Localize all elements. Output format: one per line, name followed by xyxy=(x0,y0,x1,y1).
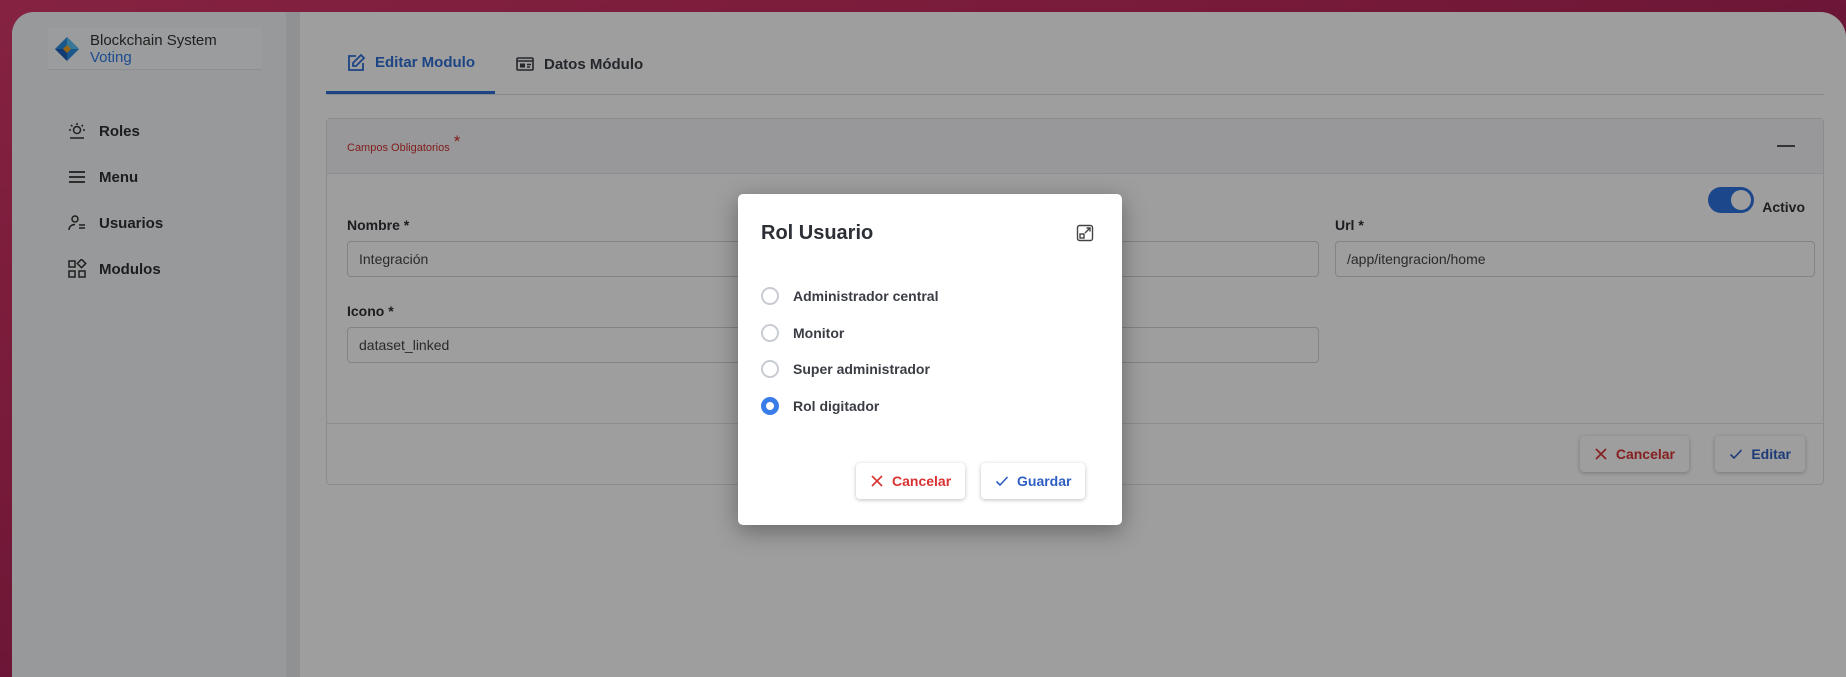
radio-button[interactable] xyxy=(761,323,779,342)
role-options: Administrador central Monitor Super admi… xyxy=(761,278,938,424)
option-label: Rol digitador xyxy=(793,398,880,415)
maximize-icon[interactable] xyxy=(1076,224,1094,242)
role-option[interactable]: Rol digitador xyxy=(761,388,938,425)
dialog-cancel-button[interactable]: Cancelar xyxy=(856,463,966,499)
option-label: Monitor xyxy=(793,324,845,341)
radio-button[interactable] xyxy=(761,287,779,306)
dialog-title: Rol Usuario xyxy=(761,222,874,244)
option-label: Administrador central xyxy=(793,288,939,305)
save-label: Guardar xyxy=(1017,473,1072,489)
option-label: Super administrador xyxy=(793,361,930,378)
role-option[interactable]: Super administrador xyxy=(761,351,938,388)
radio-button-selected[interactable] xyxy=(761,397,779,416)
radio-button[interactable] xyxy=(761,360,779,379)
role-option[interactable]: Monitor xyxy=(761,315,938,352)
role-dialog: Rol Usuario Administrador central Monito… xyxy=(738,194,1122,525)
check-icon xyxy=(995,476,1009,487)
save-button[interactable]: Guardar xyxy=(981,463,1086,499)
close-icon xyxy=(871,475,883,487)
cancel-label: Cancelar xyxy=(892,473,952,489)
role-option[interactable]: Administrador central xyxy=(761,278,938,315)
